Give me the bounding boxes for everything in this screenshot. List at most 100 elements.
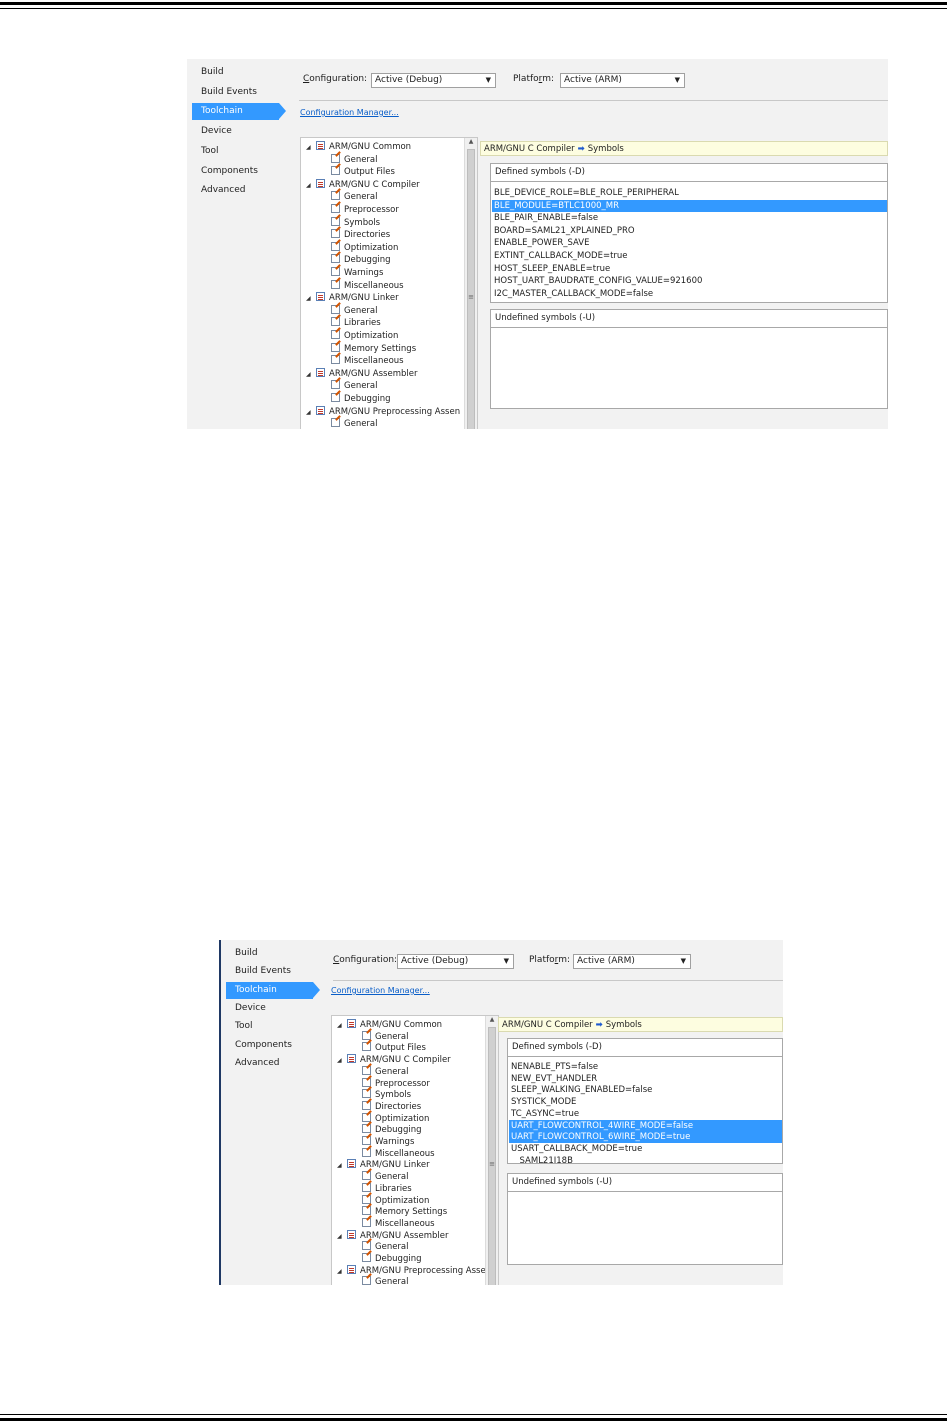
- nav-item-build-events[interactable]: Build Events: [235, 963, 291, 980]
- expand-triangle-icon[interactable]: ◢: [306, 293, 316, 305]
- tree-node-label: Debugging: [375, 1254, 422, 1264]
- tree-group-node[interactable]: ◢ ARM/GNU C Compiler: [337, 1054, 451, 1066]
- property-page-icon: [331, 342, 340, 352]
- configuration-manager-link[interactable]: Configuration Manager...: [331, 986, 430, 995]
- tree-leaf-node[interactable]: Preprocessor: [331, 204, 399, 216]
- nav-item-tool[interactable]: Tool: [201, 143, 218, 160]
- nav-item-device[interactable]: Device: [235, 1000, 266, 1017]
- expand-triangle-icon[interactable]: ◢: [306, 142, 316, 154]
- tree-group-node[interactable]: ◢ ARM/GNU Preprocessing Assen: [337, 1264, 491, 1278]
- nav-item-build[interactable]: Build: [201, 64, 224, 81]
- tree-leaf-node[interactable]: Preprocessor: [362, 1077, 430, 1090]
- tree-leaf-node[interactable]: General: [331, 418, 378, 429]
- nav-item-advanced[interactable]: Advanced: [235, 1055, 279, 1072]
- expand-triangle-icon[interactable]: ◢: [337, 1160, 347, 1172]
- nav-item-build[interactable]: Build: [235, 945, 258, 962]
- symbol-row[interactable]: NEW_EVT_HANDLER: [509, 1073, 782, 1085]
- tree-node-label: Miscellaneous: [344, 356, 404, 367]
- arrow-right-icon: ➡: [592, 1020, 606, 1030]
- tree-leaf-node[interactable]: Optimization: [362, 1194, 429, 1207]
- symbol-row[interactable]: SLEEP_WALKING_ENABLED=false: [509, 1084, 782, 1096]
- platform-value: Active (ARM): [577, 956, 635, 966]
- expand-triangle-icon[interactable]: ◢: [306, 180, 316, 192]
- tree-leaf-node[interactable]: Miscellaneous: [331, 279, 404, 292]
- nav-item-toolchain[interactable]: Toolchain: [192, 103, 286, 121]
- symbol-row[interactable]: TC_ASYNC=true: [509, 1108, 782, 1120]
- tree-scrollbar[interactable]: ▲ ≡: [464, 138, 477, 429]
- tree-leaf-node[interactable]: Miscellaneous: [362, 1147, 435, 1160]
- symbol-row[interactable]: BLE_PAIR_ENABLE=false: [492, 212, 887, 224]
- tree-group-node[interactable]: ◢ ARM/GNU Linker: [306, 292, 399, 304]
- symbol-row[interactable]: HOST_SLEEP_ENABLE=true: [492, 263, 887, 275]
- tree-group-node[interactable]: ◢ ARM/GNU Assembler: [337, 1229, 448, 1243]
- symbol-row[interactable]: ENABLE_POWER_SAVE: [492, 237, 887, 249]
- tree-node-label: General: [375, 1277, 409, 1285]
- tool-group-icon: [316, 292, 325, 302]
- tree-leaf-node[interactable]: Debugging: [331, 393, 391, 405]
- tree-leaf-node[interactable]: Memory Settings: [331, 342, 416, 355]
- scroll-up-arrow-icon[interactable]: ▲: [486, 1016, 498, 1026]
- platform-value: Active (ARM): [564, 75, 622, 85]
- scroll-thumb[interactable]: [467, 149, 475, 429]
- configuration-dropdown[interactable]: Active (Debug) ▼: [371, 73, 496, 88]
- scroll-thumb[interactable]: [488, 1027, 496, 1285]
- nav-item-toolchain[interactable]: Toolchain: [226, 981, 320, 999]
- tree-group-node[interactable]: ◢ ARM/GNU Common: [306, 141, 411, 153]
- tree-leaf-node[interactable]: Optimization: [362, 1112, 429, 1125]
- symbol-row[interactable]: __SAML21J18B__: [509, 1155, 782, 1163]
- arrow-right-icon: ➡: [574, 144, 588, 154]
- scroll-up-arrow-icon[interactable]: ▲: [465, 138, 477, 148]
- symbol-row[interactable]: BLE_DEVICE_ROLE=BLE_ROLE_PERIPHERAL: [492, 187, 887, 199]
- configuration-dropdown[interactable]: Active (Debug) ▼: [397, 954, 514, 969]
- expand-triangle-icon[interactable]: ◢: [337, 1020, 347, 1032]
- tree-node-label: Debugging: [344, 255, 391, 266]
- symbol-row[interactable]: HOST_UART_BAUDRATE_CONFIG_VALUE=921600: [492, 275, 887, 287]
- symbol-row[interactable]: BLE_MODULE=BTLC1000_MR: [492, 199, 887, 212]
- tree-group-node[interactable]: ◢ ARM/GNU Preprocessing Assen: [306, 405, 460, 419]
- nav-item-components[interactable]: Components: [201, 163, 258, 180]
- property-page-icon: [362, 1124, 371, 1134]
- tree-group-node[interactable]: ◢ ARM/GNU C Compiler: [306, 178, 420, 192]
- symbol-row[interactable]: NENABLE_PTS=false: [509, 1061, 782, 1073]
- tool-group-icon: [316, 367, 325, 377]
- tree-leaf-node[interactable]: Memory Settings: [362, 1206, 447, 1218]
- tool-group-icon: [347, 1019, 356, 1028]
- tree-node-label: General: [375, 1031, 409, 1042]
- nav-item-device[interactable]: Device: [201, 123, 232, 140]
- tree-leaf-node[interactable]: Optimization: [331, 330, 398, 342]
- symbol-row[interactable]: USART_CALLBACK_MODE=true: [509, 1143, 782, 1155]
- chevron-down-icon: ▼: [674, 76, 680, 84]
- symbol-row[interactable]: SYSTICK_MODE: [509, 1096, 782, 1108]
- tree-group-node[interactable]: ◢ ARM/GNU Assembler: [306, 367, 417, 381]
- tree-group-node[interactable]: ◢ ARM/GNU Common: [337, 1019, 442, 1031]
- tree-node-label: Miscellaneous: [344, 280, 404, 291]
- platform-dropdown[interactable]: Active (ARM) ▼: [560, 73, 685, 88]
- symbol-row[interactable]: BOARD=SAML21_XPLAINED_PRO: [492, 225, 887, 237]
- property-page-icon: [362, 1276, 371, 1285]
- configuration-manager-link[interactable]: Configuration Manager...: [300, 108, 399, 117]
- tree-leaf-node[interactable]: Output Files: [331, 166, 395, 178]
- nav-item-components[interactable]: Components: [235, 1037, 292, 1054]
- tree-leaf-node[interactable]: Debugging: [362, 1253, 422, 1265]
- expand-triangle-icon[interactable]: ◢: [306, 407, 316, 419]
- nav-item-advanced[interactable]: Advanced: [201, 182, 245, 199]
- expand-triangle-icon[interactable]: ◢: [337, 1055, 347, 1067]
- symbol-row[interactable]: EXTINT_CALLBACK_MODE=true: [492, 250, 887, 262]
- tree-leaf-node[interactable]: Miscellaneous: [331, 355, 404, 367]
- expand-triangle-icon[interactable]: ◢: [337, 1266, 347, 1278]
- tree-leaf-node[interactable]: Miscellaneous: [362, 1217, 435, 1230]
- nav-item-build-events[interactable]: Build Events: [201, 84, 257, 101]
- expand-triangle-icon[interactable]: ◢: [306, 369, 316, 381]
- tree-leaf-node[interactable]: General: [362, 1276, 409, 1285]
- symbol-row[interactable]: UART_FLOWCONTROL_4WIRE_MODE=false: [509, 1119, 782, 1132]
- tree-scrollbar[interactable]: ▲ ≡: [485, 1016, 498, 1285]
- platform-dropdown[interactable]: Active (ARM) ▼: [573, 954, 691, 969]
- property-page-icon: [331, 216, 340, 226]
- page-top-rule-thick: [0, 2, 947, 5]
- symbol-row[interactable]: I2C_MASTER_CALLBACK_MODE=false: [492, 288, 887, 300]
- symbol-row[interactable]: UART_FLOWCONTROL_6WIRE_MODE=true: [509, 1131, 782, 1144]
- expand-triangle-icon[interactable]: ◢: [337, 1231, 347, 1243]
- tree-leaf-node[interactable]: Output Files: [362, 1042, 426, 1054]
- tree-group-node[interactable]: ◢ ARM/GNU Linker: [337, 1159, 430, 1171]
- nav-item-tool[interactable]: Tool: [235, 1018, 252, 1035]
